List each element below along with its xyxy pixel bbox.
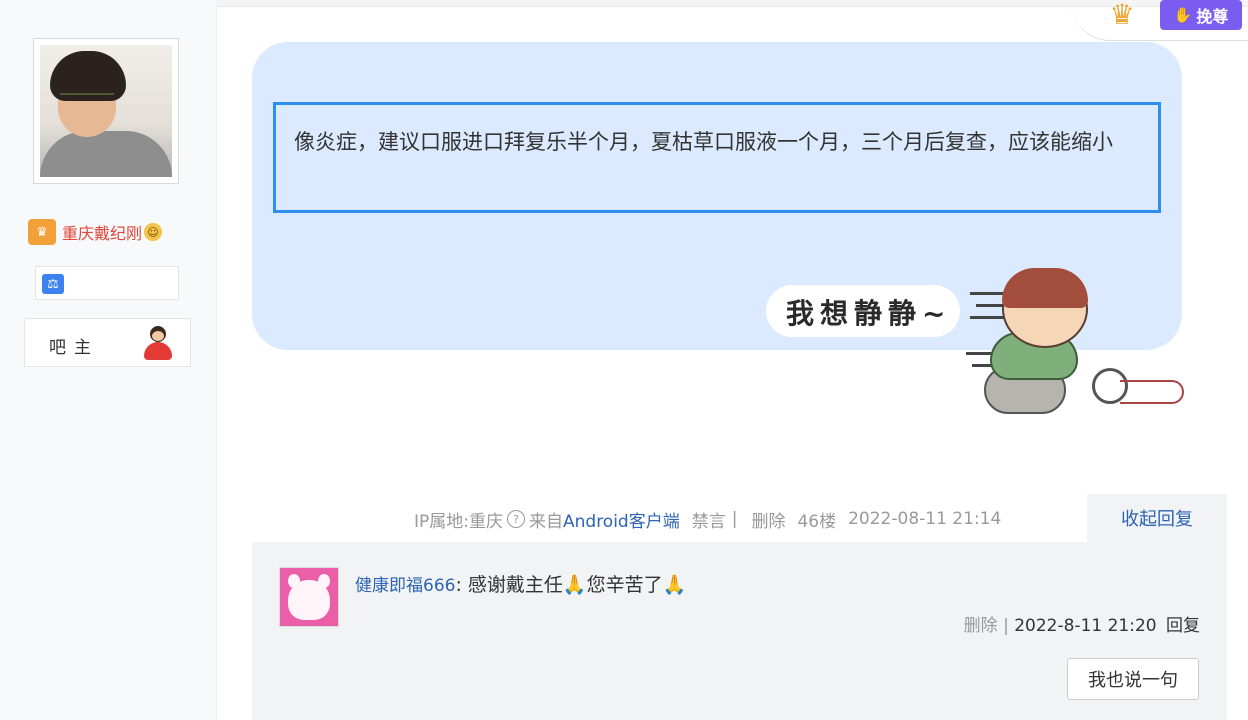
reply-username[interactable]: 健康即福666: [355, 576, 455, 596]
floor-number: 46楼: [797, 511, 837, 532]
post-datetime: 2022-08-11 21:14: [848, 509, 1002, 529]
vip-button[interactable]: ✋ 挽尊: [1160, 0, 1242, 30]
moderator-avatar-icon: [144, 326, 172, 360]
delete-link[interactable]: 删除: [751, 507, 785, 532]
role-badge: 吧主: [24, 318, 191, 367]
sticker-character: [960, 262, 1190, 422]
balance-icon: ⚖: [42, 274, 64, 294]
reply-delete-link[interactable]: 删除: [964, 616, 998, 636]
role-label: 吧主: [49, 338, 99, 358]
reply-datetime: 2022-8-11 21:20: [1014, 616, 1157, 636]
hand-icon: ✋: [1173, 6, 1193, 24]
level-badge[interactable]: ⚖: [35, 266, 179, 300]
author-sidebar: ♛ 重庆戴纪刚 ☺ ⚖ 吧主: [0, 0, 217, 720]
author-avatar[interactable]: [33, 38, 179, 184]
reply-link[interactable]: 回复: [1166, 616, 1200, 636]
pray-emoji-icon: 🙏: [562, 574, 587, 596]
ban-link[interactable]: 禁言: [692, 507, 726, 532]
avatar-photo: [40, 45, 172, 177]
post-meta: IP属地:重庆 ? 来自 Android客户端 禁言 | 删除 46楼 2022…: [414, 506, 1001, 532]
author-username[interactable]: 重庆戴纪刚: [62, 220, 142, 244]
reply-avatar[interactable]: [279, 567, 339, 627]
collapse-reply-button[interactable]: 收起回复: [1087, 494, 1227, 542]
reply-meta: 删除 | 2022-8-11 21:20 回复: [963, 616, 1200, 636]
crown-icon: ♛: [1109, 0, 1135, 31]
pray-emoji-icon: 🙏: [662, 574, 687, 596]
reply-text: 感谢戴主任: [467, 574, 563, 596]
author-name-row: ♛ 重庆戴纪刚 ☺: [28, 218, 163, 246]
help-icon[interactable]: ?: [507, 510, 525, 528]
client-link[interactable]: Android客户端: [563, 507, 680, 532]
sticker-text: 我想静静~: [786, 297, 952, 330]
smile-emoji-icon: ☺: [144, 223, 163, 241]
reply-text-2: 您辛苦了: [586, 574, 663, 596]
say-something-button[interactable]: 我也说一句: [1067, 658, 1199, 700]
vip-label: 挽尊: [1196, 7, 1229, 26]
crown-badge-icon: ♛: [28, 219, 56, 245]
ip-location: IP属地:重庆: [414, 511, 503, 532]
reply-line: 健康即福666: 感谢戴主任🙏您辛苦了🙏: [355, 574, 687, 596]
from-prefix: 来自: [529, 511, 563, 532]
post-content: 像炎症，建议口服进口拜复乐半个月，夏枯草口服液一个月，三个月后复查，应该能缩小: [273, 102, 1161, 213]
